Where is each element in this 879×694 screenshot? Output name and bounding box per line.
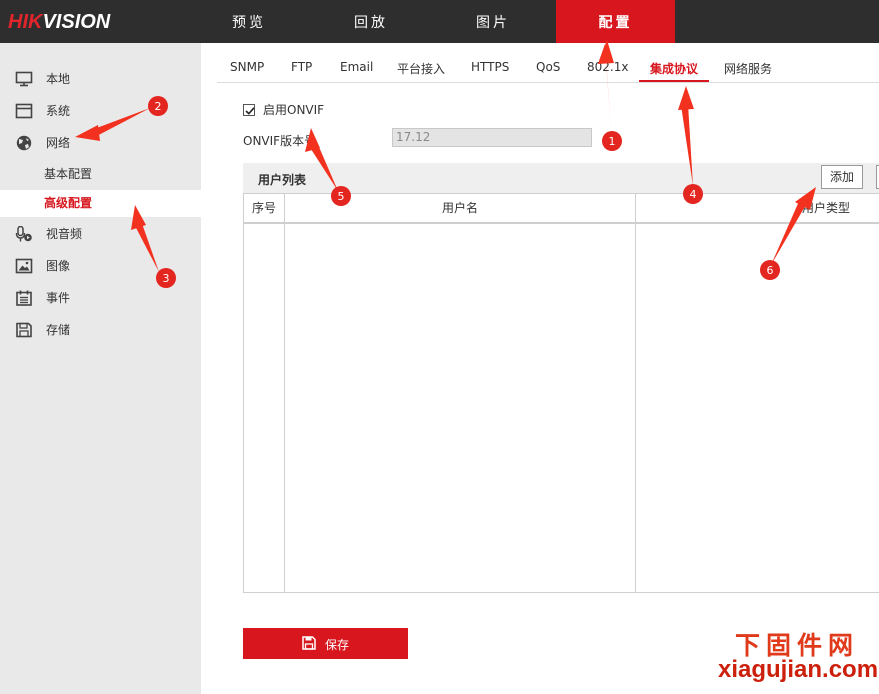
floppy-icon — [16, 322, 32, 338]
column-divider — [284, 194, 285, 592]
tab-snmp[interactable]: SNMP — [230, 60, 264, 82]
column-divider — [635, 194, 636, 592]
tab-https[interactable]: HTTPS — [471, 60, 509, 82]
save-label: 保存 — [325, 638, 350, 652]
sidebar-subitem-advanced-config[interactable]: 高级配置 — [0, 190, 201, 217]
calendar-icon — [16, 290, 32, 306]
checkmark-icon — [245, 107, 255, 115]
sidebar-item-label: 视音频 — [46, 227, 83, 241]
tab-ftp[interactable]: FTP — [291, 60, 312, 82]
sidebar-item-label: 存储 — [46, 323, 71, 337]
column-header-user-type: 用户类型 — [636, 194, 879, 223]
sidebar-item-label: 事件 — [46, 291, 71, 305]
annotation-badge-1: 1 — [602, 131, 622, 151]
tab-email[interactable]: Email — [340, 60, 373, 82]
svg-text:1: 1 — [609, 135, 616, 148]
floppy-icon — [302, 636, 316, 650]
sidebar-item-storage[interactable]: 存储 — [0, 315, 201, 345]
enable-onvif-checkbox[interactable] — [243, 104, 255, 116]
user-list-title: 用户列表 — [258, 173, 307, 187]
monitor-icon — [15, 71, 33, 87]
hikvision-logo: HIKVISION — [8, 11, 111, 33]
tab-8021x[interactable]: 802.1x — [587, 60, 628, 82]
sidebar-item-video-audio[interactable]: 视音频 — [0, 219, 201, 249]
sidebar-subitem-basic-config[interactable]: 基本配置 — [0, 161, 201, 188]
column-header-index: 序号 — [244, 194, 284, 223]
sidebar: 本地 系统 网络 基本配置 高级配置 视音频 图像 事件 存储 — [0, 43, 201, 694]
sidebar-item-label: 系统 — [46, 104, 71, 118]
watermark-url: xiagujian.com — [718, 656, 879, 683]
tab-integration-protocol[interactable]: 集成协议 — [638, 60, 710, 82]
microphone-icon — [15, 226, 32, 242]
column-header-username: 用户名 — [285, 194, 635, 223]
image-icon — [15, 258, 33, 274]
nav-picture[interactable]: 图片 — [445, 0, 541, 43]
sidebar-item-label: 网络 — [46, 136, 71, 150]
sidebar-item-label: 图像 — [46, 259, 71, 273]
enable-onvif-label: 启用ONVIF — [263, 103, 325, 117]
sidebar-item-label: 本地 — [46, 72, 71, 86]
sidebar-item-network[interactable]: 网络 — [0, 128, 201, 158]
sidebar-item-local[interactable]: 本地 — [0, 64, 201, 94]
sidebar-item-system[interactable]: 系统 — [0, 96, 201, 126]
user-list-header: 用户列表 添加 — [243, 163, 879, 193]
sidebar-item-event[interactable]: 事件 — [0, 283, 201, 313]
nav-configuration[interactable]: 配置 — [556, 0, 675, 43]
annotation-arrow-1 — [598, 40, 614, 130]
sidebar-item-image[interactable]: 图像 — [0, 251, 201, 281]
tab-platform-access[interactable]: 平台接入 — [397, 60, 445, 82]
onvif-version-label: ONVIF版本号 — [243, 134, 317, 148]
top-bar: HIKVISION 预览 回放 图片 配置 — [0, 0, 879, 43]
add-user-button[interactable]: 添加 — [821, 165, 863, 189]
nav-playback[interactable]: 回放 — [323, 0, 419, 43]
header-divider — [244, 223, 879, 224]
nav-preview[interactable]: 预览 — [201, 0, 297, 43]
save-button[interactable]: 保存 — [243, 628, 408, 659]
tab-qos[interactable]: QoS — [536, 60, 560, 82]
globe-icon — [16, 135, 32, 151]
user-table: 序号 用户名 用户类型 — [243, 193, 879, 593]
tab-network-service[interactable]: 网络服务 — [724, 60, 772, 82]
system-icon — [15, 103, 33, 119]
tabs-divider — [217, 82, 879, 83]
onvif-version-field: 17.12 — [392, 128, 592, 147]
